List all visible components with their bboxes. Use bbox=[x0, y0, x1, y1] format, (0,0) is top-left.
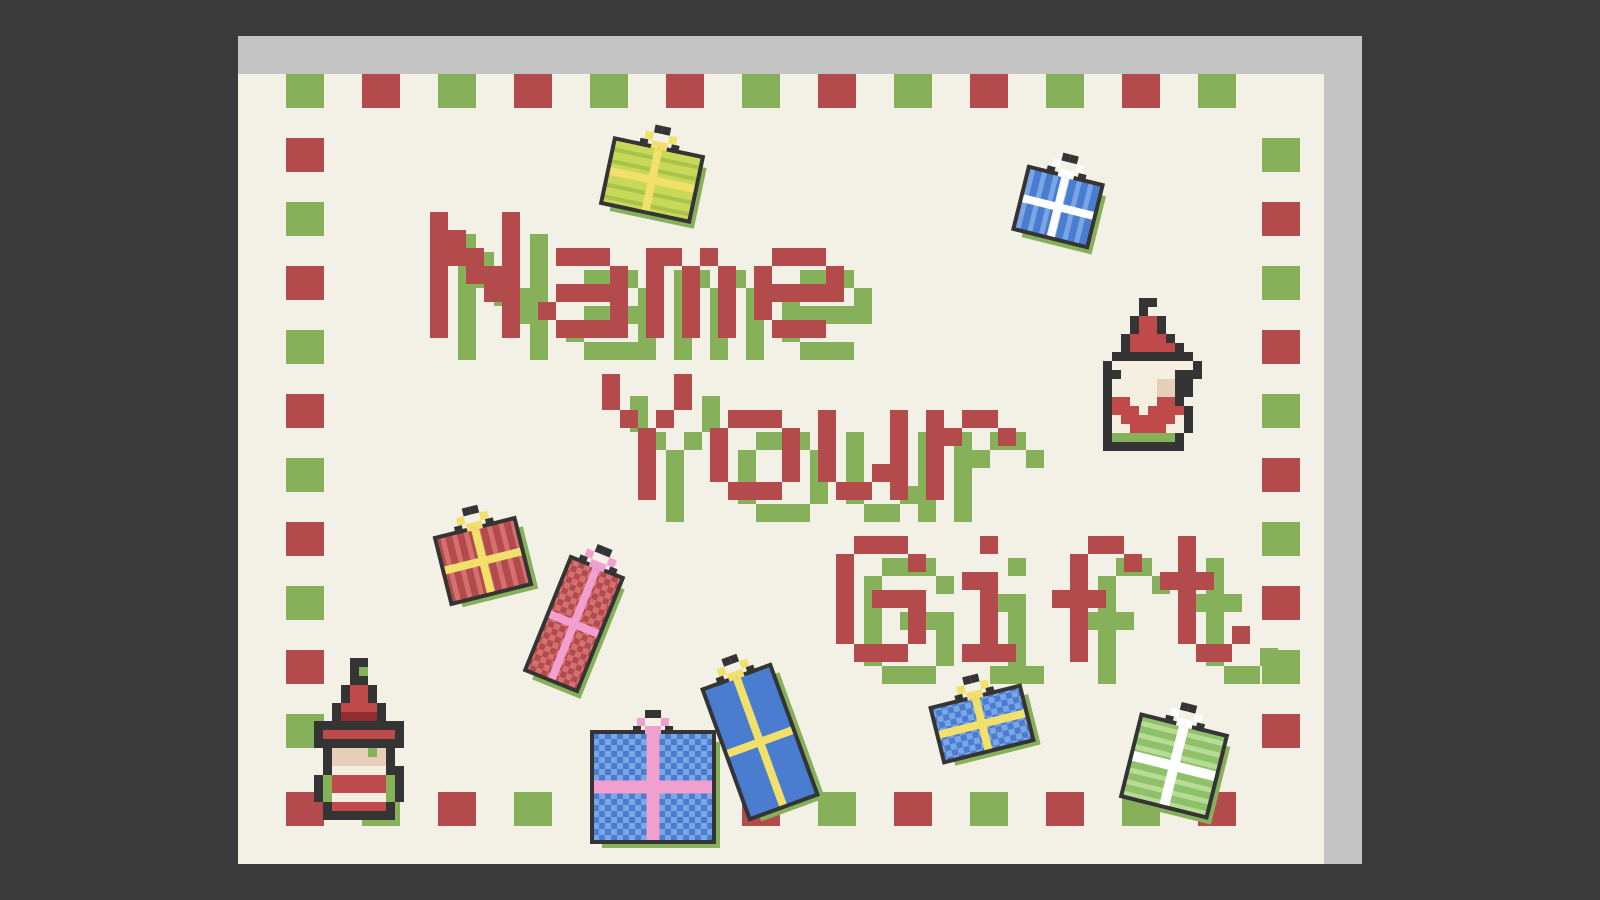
border-dash bbox=[286, 394, 324, 428]
gift-decorations bbox=[432, 124, 1231, 848]
border-dash bbox=[818, 74, 856, 108]
border-dash bbox=[1262, 458, 1300, 492]
border-dash bbox=[438, 792, 476, 826]
border-dash bbox=[1262, 330, 1300, 364]
border-dash bbox=[1262, 586, 1300, 620]
border-dash bbox=[1262, 202, 1300, 236]
border-dash bbox=[894, 792, 932, 826]
border-dash bbox=[286, 586, 324, 620]
border-dash bbox=[1198, 74, 1236, 108]
border-dash bbox=[742, 74, 780, 108]
border-dash bbox=[362, 74, 400, 108]
border-dash bbox=[1046, 74, 1084, 108]
gift-blue-pink-large bbox=[590, 710, 720, 848]
santa-gnome-sprite bbox=[1103, 298, 1202, 451]
gift-red-yellow bbox=[432, 504, 539, 608]
border-dash bbox=[1046, 792, 1084, 826]
border-dash bbox=[666, 74, 704, 108]
border-dash bbox=[286, 458, 324, 492]
title-line-1: Name bbox=[430, 212, 872, 360]
border-dash bbox=[438, 74, 476, 108]
border-dash bbox=[286, 330, 324, 364]
title-art: NameYourGift bbox=[286, 74, 1300, 848]
gift-green-yellow bbox=[598, 124, 707, 229]
border-dash bbox=[1262, 394, 1300, 428]
border-dash bbox=[1262, 714, 1300, 748]
border-dash bbox=[286, 266, 324, 300]
border-dash bbox=[970, 792, 1008, 826]
border-dash bbox=[1262, 266, 1300, 300]
border-dash bbox=[514, 792, 552, 826]
border-dash bbox=[590, 74, 628, 108]
game-title: NameYourGift bbox=[430, 212, 1278, 684]
border-dash bbox=[1262, 138, 1300, 172]
border-dash bbox=[514, 74, 552, 108]
gift-red-pink bbox=[522, 544, 626, 699]
border-dash bbox=[970, 74, 1008, 108]
border-dash bbox=[894, 74, 932, 108]
elf-sprite bbox=[314, 658, 404, 820]
border-dash bbox=[286, 74, 324, 108]
border-dash bbox=[1262, 522, 1300, 556]
border-dash bbox=[286, 202, 324, 236]
border-dash bbox=[1122, 74, 1160, 108]
border-dash bbox=[286, 138, 324, 172]
border-dash bbox=[286, 650, 324, 684]
border-dash bbox=[286, 522, 324, 556]
gift-blue-white bbox=[1010, 152, 1107, 255]
game-screen: NameYourGift bbox=[0, 0, 1600, 900]
